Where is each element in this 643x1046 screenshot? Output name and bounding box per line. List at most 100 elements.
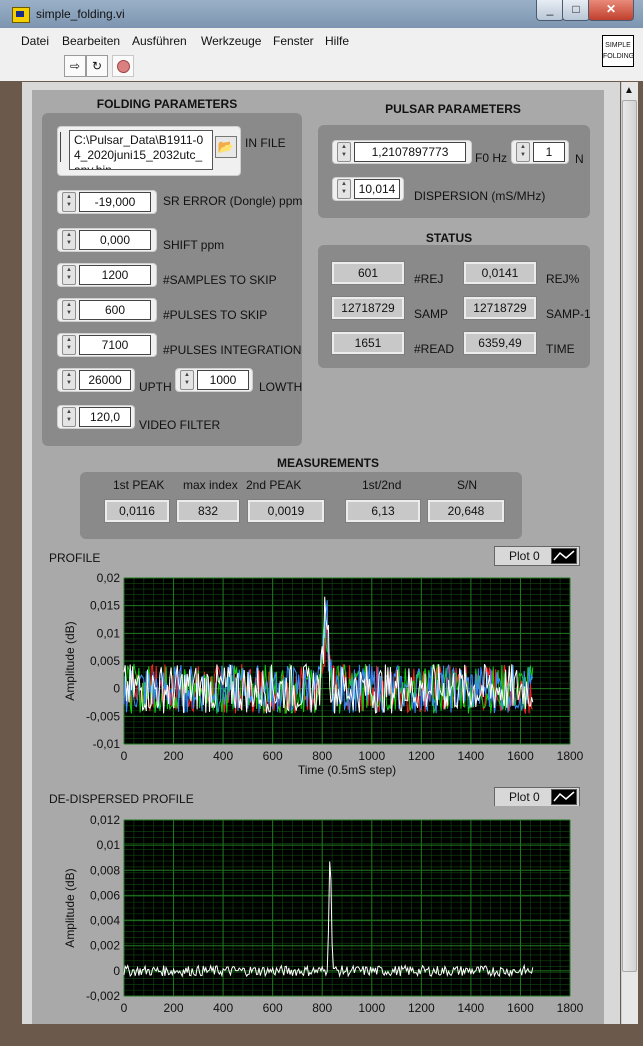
ratio-label: 1st/2nd [362,478,402,492]
menu-ausfuehren[interactable]: Ausführen [132,34,187,48]
abort-icon[interactable] [112,55,134,77]
sn-indicator: 20,648 [427,499,505,523]
menu-hilfe[interactable]: Hilfe [325,34,349,48]
pulses-skip-spin-icon[interactable]: ▲ ▼ [62,300,76,320]
f0-spin-icon[interactable]: ▲ ▼ [337,142,351,162]
x-tick-label: 1200 [408,1001,435,1015]
in-file-label: IN FILE [245,136,286,150]
dedispersed-plot-area: 0 200 400 600 800 1000 1200 1400 1600 1800 0,012 0,… [42,806,590,1024]
x-tick-label: 800 [312,749,332,763]
pulsar-group [318,125,590,218]
shift-input[interactable]: 0,000 [79,230,151,250]
video-filter-input[interactable]: 120,0 [79,407,131,427]
x-axis-label: Time (0.5mS step) [298,763,396,777]
plot-style-icon [551,548,577,564]
scroll-thumb[interactable] [622,100,637,972]
in-file-path-field[interactable]: C:\Pulsar_Data\B1911-04_2020juni15_2032u… [69,130,213,170]
samp-indicator: 12718729 [331,296,405,320]
x-tick-label: 600 [263,1001,283,1015]
profile-legend-label: Plot 0 [509,549,540,563]
n-spin-icon[interactable]: ▲ ▼ [516,142,530,162]
video-filter-label: VIDEO FILTER [139,418,221,432]
scroll-up-arrow-icon[interactable]: ▲ [621,82,637,100]
folder-browse-icon[interactable]: 📂 [215,136,237,158]
time-label: TIME [546,342,575,356]
y-tick-label: 0,01 [97,838,121,852]
y-axis-label: Amplitude (dB) [63,621,77,700]
x-tick-label: 600 [263,749,283,763]
pulses-skip-label: #PULSES TO SKIP [163,308,268,322]
n-label: N [575,152,584,166]
samples-skip-spin-icon[interactable]: ▲ ▼ [62,265,76,285]
x-tick-label: 1600 [507,749,534,763]
menu-datei[interactable]: Datei [21,34,49,48]
y-tick-label: 0,02 [97,571,121,585]
run-continuously-icon[interactable]: ↻ [86,55,108,77]
y-tick-label: 0 [113,964,120,978]
y-tick-label: -0,005 [86,709,120,723]
path-tree-icon [60,132,69,162]
x-tick-label: 0 [121,749,128,763]
samples-skip-label: #SAMPLES TO SKIP [163,273,277,287]
ratio-indicator: 6,13 [345,499,421,523]
lowth-spin-icon[interactable]: ▲ ▼ [180,370,194,390]
pulses-int-label: #PULSES INTEGRATION [163,343,302,357]
f0-input[interactable]: 1,2107897773 [354,142,466,162]
y-axis-label: Amplitude (dB) [63,868,77,947]
maxidx-indicator: 832 [176,499,240,523]
x-tick-label: 1400 [458,1001,485,1015]
maximize-button[interactable]: □ [562,0,590,21]
y-tick-label: -0,01 [93,737,121,751]
pulses-int-input[interactable]: 7100 [79,335,151,355]
dedispersed-chart[interactable]: 0 200 400 600 800 1000 1200 1400 1600 1800 0,012 0,… [42,806,590,1024]
samp1-indicator: 12718729 [463,296,537,320]
samp-label: SAMP [414,307,449,321]
peak2-label: 2nd PEAK [246,478,302,492]
x-tick-label: 400 [213,749,233,763]
profile-title: PROFILE [49,551,101,565]
peak2-indicator: 0,0019 [247,499,325,523]
upth-label: UPTH [139,380,172,394]
samples-skip-input[interactable]: 1200 [79,265,151,285]
video-filter-spin-icon[interactable]: ▲ ▼ [62,407,76,427]
n-input[interactable]: 1 [533,142,565,162]
sr-error-input[interactable]: -19,000 [79,192,151,212]
lowth-label: LOWTH [259,380,303,394]
dedispersed-legend[interactable]: Plot 0 [494,787,580,807]
lowth-input[interactable]: 1000 [197,370,249,390]
shift-spin-icon[interactable]: ▲ ▼ [62,230,76,250]
dispersion-input[interactable]: 10,014 [354,179,400,199]
run-arrow-icon[interactable]: ⇨ [64,55,86,77]
x-tick-label: 1800 [557,749,584,763]
sr-error-spin-icon[interactable]: ▲ ▼ [62,192,76,212]
dispersion-spin-icon[interactable]: ▲ ▼ [337,179,351,199]
x-tick-label: 1000 [358,1001,385,1015]
profile-legend[interactable]: Plot 0 [494,546,580,566]
y-tick-label: 0,01 [97,626,121,640]
y-tick-label: 0,015 [90,599,120,613]
upth-spin-icon[interactable]: ▲ ▼ [62,370,76,390]
rej-pct-label: REJ% [546,272,580,286]
f0-label: F0 Hz [475,151,508,165]
maxidx-label: max index [183,478,238,492]
dispersion-label: DISPERSION (mS/MHz) [414,189,546,203]
x-tick-label: 400 [213,1001,233,1015]
minimize-button[interactable]: _ [536,0,564,21]
menu-werkzeuge[interactable]: Werkzeuge [201,34,261,48]
menu-bearbeiten[interactable]: Bearbeiten [62,34,120,48]
menu-fenster[interactable]: Fenster [273,34,314,48]
x-tick-label: 1200 [408,749,435,763]
profile-chart[interactable]: 0 200 400 600 800 1000 1200 1400 1600 1800 0,02 0,0… [42,566,590,786]
x-tick-label: 800 [312,1001,332,1015]
pulses-skip-input[interactable]: 600 [79,300,151,320]
pulses-int-spin-icon[interactable]: ▲ ▼ [62,335,76,355]
y-tick-label: -0,002 [86,989,120,1003]
time-indicator: 6359,49 [463,331,537,355]
y-tick-label: 0,006 [90,888,120,902]
x-tick-label: 1800 [557,1001,584,1015]
close-button[interactable]: ✕ [588,0,634,21]
shift-label: SHIFT ppm [163,238,225,252]
upth-input[interactable]: 26000 [79,370,131,390]
dedispersed-legend-label: Plot 0 [509,790,540,804]
x-tick-label: 0 [121,1001,128,1015]
